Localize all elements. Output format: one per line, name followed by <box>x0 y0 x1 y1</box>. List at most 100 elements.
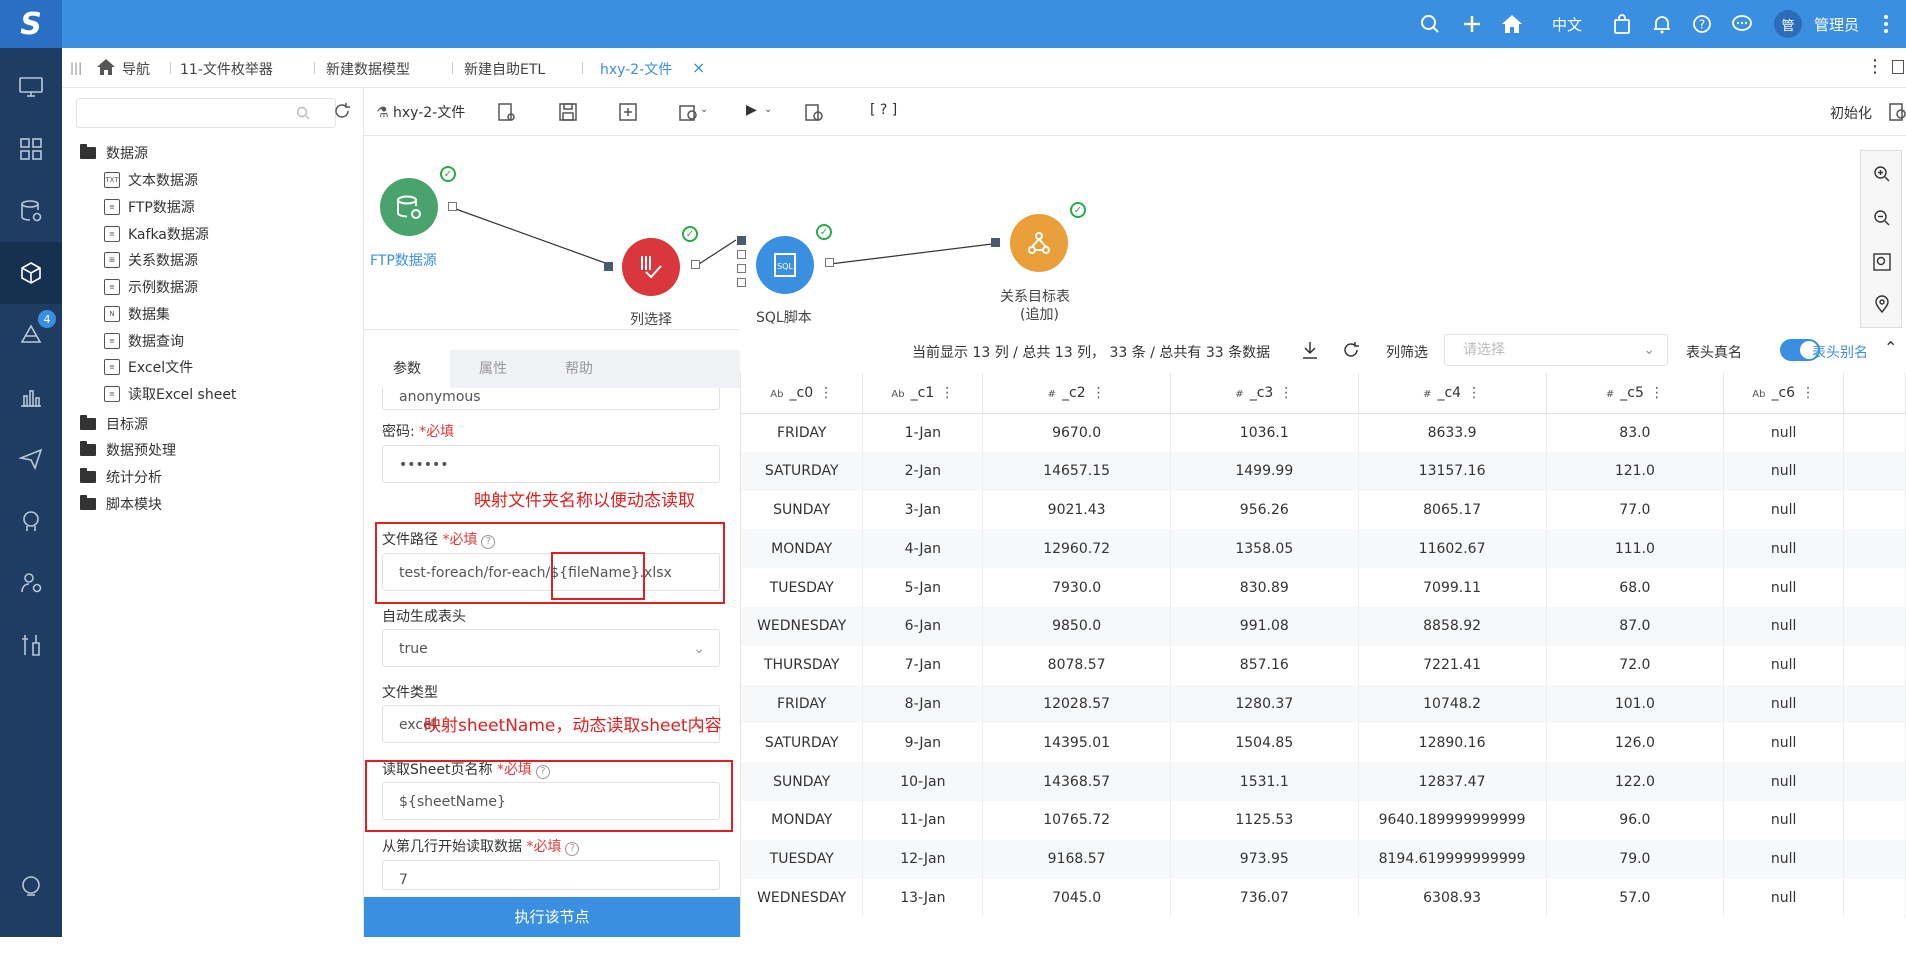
input-port[interactable] <box>737 278 746 287</box>
window-icon[interactable] <box>1892 60 1904 74</box>
bell-icon[interactable] <box>1650 12 1674 36</box>
output-port[interactable] <box>448 202 457 211</box>
flow-settings-icon[interactable] <box>496 102 516 122</box>
tree-folder-preprocess[interactable]: 数据预处理 <box>80 438 176 462</box>
tab-params[interactable]: 参数 <box>364 350 450 388</box>
column-menu-icon[interactable]: ⋮ <box>1467 385 1481 401</box>
table-row[interactable]: FRIDAY 8-Jan 12028.57 1280.37 10748.2 101.0 nu… <box>741 684 1906 724</box>
add-icon[interactable] <box>1460 12 1484 36</box>
input-port[interactable] <box>604 262 613 271</box>
column-header[interactable]: # _c4 ⋮ <box>1358 373 1547 414</box>
table-row[interactable]: SUNDAY 3-Jan 9021.43 956.26 8065.17 77.0 null <box>741 490 1906 530</box>
input-port[interactable] <box>737 250 746 259</box>
nav-brain-icon[interactable] <box>0 490 62 552</box>
tree-item-excel-sheet[interactable]: ≡ 读取Excel sheet <box>104 382 236 406</box>
tree-item-dataset[interactable]: N 数据集 <box>104 302 170 326</box>
table-row[interactable]: WEDNESDAY 13-Jan 7045.0 736.07 6308.93 57.0 nu… <box>741 878 1906 918</box>
node-ftp-source[interactable] <box>380 178 438 236</box>
column-filter-select[interactable]: 请选择 ⌄ <box>1444 334 1668 366</box>
tree-item-ftp-source[interactable]: ≡ FTP数据源 <box>104 195 195 219</box>
nav-model-icon[interactable] <box>0 304 62 366</box>
table-row[interactable]: SUNDAY 10-Jan 14368.57 1531.1 12837.47 122.0 n… <box>741 762 1906 801</box>
location-icon[interactable] <box>1873 295 1891 317</box>
tree-item-relational-source[interactable]: ⊞ 关系数据源 <box>104 248 198 272</box>
node-label-target[interactable]: 关系目标表 <box>1000 286 1070 306</box>
table-row[interactable]: WEDNESDAY 6-Jan 9850.0 991.08 8858.92 87.0 nul… <box>741 606 1906 646</box>
node-label-ftp[interactable]: FTP数据源 <box>370 250 437 270</box>
history-icon[interactable] <box>804 102 824 122</box>
tree-folder-target[interactable]: 目标源 <box>80 412 148 436</box>
table-row[interactable]: TUESDAY 5-Jan 7930.0 830.89 7099.11 68.0 null <box>741 568 1906 607</box>
tab-file-enumerator[interactable]: 11-文件枚举器 <box>180 59 273 79</box>
column-menu-icon[interactable]: ⋮ <box>1092 385 1106 401</box>
username-field[interactable]: anonymous <box>382 388 720 410</box>
init-button[interactable]: 初始化 <box>1830 103 1872 123</box>
save-icon[interactable] <box>558 102 578 122</box>
column-menu-icon[interactable]: ⋮ <box>940 385 954 401</box>
refresh-icon[interactable] <box>333 102 351 124</box>
flow-canvas[interactable]: ✓ FTP数据源 ✓ 列选择 SQL ✓ SQL脚本 ✓ 关系目标表 (追加) <box>364 136 1860 328</box>
tree-folder-statistics[interactable]: 统计分析 <box>80 465 162 489</box>
input-port[interactable] <box>737 236 746 245</box>
app-logo[interactable]: S <box>0 0 62 48</box>
node-sql-script[interactable]: SQL <box>756 236 814 294</box>
search-icon[interactable] <box>296 106 310 124</box>
nav-send-icon[interactable] <box>0 428 62 490</box>
zoom-out-icon[interactable] <box>1873 209 1891 231</box>
menu-collapse-icon[interactable]: ||| <box>70 61 82 75</box>
chevron-down-icon[interactable]: ⌄ <box>700 104 708 115</box>
nav-database-icon[interactable] <box>0 180 62 242</box>
download-icon[interactable] <box>1302 341 1318 363</box>
auto-header-select[interactable]: true ⌄ <box>382 629 720 667</box>
column-header[interactable]: # _c5 ⋮ <box>1546 373 1725 414</box>
tab-properties[interactable]: 属性 <box>450 350 536 388</box>
chat-icon[interactable] <box>1730 12 1754 36</box>
column-menu-icon[interactable]: ⋮ <box>819 385 833 401</box>
column-menu-icon[interactable]: ⋮ <box>1650 385 1664 401</box>
close-tab-icon[interactable]: × <box>692 58 705 77</box>
nav-user-settings-icon[interactable] <box>0 552 62 614</box>
output-port[interactable] <box>825 258 834 267</box>
node-label-select[interactable]: 列选择 <box>630 309 672 329</box>
tree-folder-scripts[interactable]: 脚本模块 <box>80 492 162 516</box>
input-port[interactable] <box>737 264 746 273</box>
tree-folder-datasource[interactable]: 数据源 <box>80 141 148 165</box>
more-tabs-icon[interactable]: ⋮ <box>1866 56 1884 77</box>
table-row[interactable]: THURSDAY 7-Jan 8078.57 857.16 7221.41 72.0 nul… <box>741 645 1906 685</box>
run-node-button[interactable]: 执行该节点 <box>364 897 740 937</box>
zoom-in-icon[interactable] <box>1873 165 1891 187</box>
nav-cube-icon[interactable] <box>0 242 62 304</box>
tab-hxy-file[interactable]: hxy-2-文件 <box>600 59 672 79</box>
nav-tools-icon[interactable] <box>0 614 62 676</box>
more-vertical-icon[interactable] <box>1874 12 1898 36</box>
column-menu-icon[interactable]: ⋮ <box>1279 385 1293 401</box>
output-port[interactable] <box>691 260 700 269</box>
table-row[interactable]: FRIDAY 1-Jan 9670.0 1036.1 8633.9 83.0 null <box>741 413 1906 452</box>
tab-new-etl[interactable]: 新建自助ETL <box>464 59 545 79</box>
tab-help[interactable]: 帮助 <box>536 350 622 388</box>
help-label[interactable]: 答疑 <box>0 950 62 970</box>
fit-view-icon[interactable] <box>1873 253 1891 275</box>
inspect-icon[interactable] <box>1888 102 1906 122</box>
avatar[interactable]: 管 <box>1774 10 1802 38</box>
refresh-icon[interactable] <box>1342 341 1360 363</box>
column-header[interactable]: Ab _c1 ⋮ <box>862 373 984 414</box>
tab-new-data-model[interactable]: 新建数据模型 <box>326 59 410 79</box>
table-row[interactable]: TUESDAY 12-Jan 9168.57 973.95 8194.619999999… <box>741 839 1906 879</box>
node-relational-target[interactable] <box>1010 214 1068 272</box>
search-icon[interactable] <box>1418 12 1442 36</box>
help-circle-icon[interactable]: ? <box>565 842 580 856</box>
collapse-icon[interactable]: ⌃ <box>1884 338 1897 357</box>
schedule-icon[interactable] <box>678 102 698 122</box>
language-switch[interactable]: 中文 <box>1552 14 1582 35</box>
column-header[interactable]: Ab _c6 ⋮ <box>1723 373 1845 414</box>
tree-item-sample-source[interactable]: ≡ 示例数据源 <box>104 275 198 299</box>
node-column-select[interactable] <box>622 238 680 296</box>
start-row-field[interactable]: 7 <box>382 860 720 890</box>
password-field[interactable]: •••••• <box>382 445 720 483</box>
tab-nav[interactable]: 导航 <box>122 59 150 79</box>
table-row[interactable]: MONDAY 11-Jan 10765.72 1125.53 9640.18999999… <box>741 800 1906 840</box>
column-header[interactable]: Ab _c0 ⋮ <box>741 373 864 414</box>
nav-chart-icon[interactable] <box>0 366 62 428</box>
tree-item-data-query[interactable]: ≡ 数据查询 <box>104 329 184 353</box>
